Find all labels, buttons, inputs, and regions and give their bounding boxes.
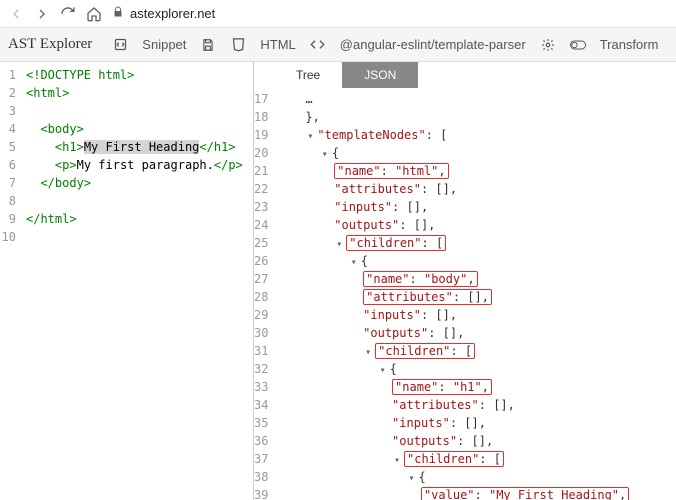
gist-icon[interactable] [112, 37, 128, 53]
language-select[interactable]: HTML [260, 37, 295, 52]
tree-line[interactable]: ▾"templateNodes": [ [276, 126, 676, 144]
parser-select[interactable]: @angular-eslint/template-parser [340, 37, 526, 52]
html5-icon[interactable] [230, 37, 246, 53]
forward-icon[interactable] [34, 6, 50, 22]
tree-line[interactable]: "inputs": [], [276, 306, 676, 324]
tree-line[interactable]: "attributes": [], [276, 396, 676, 414]
tree-line[interactable]: ▾{ [276, 144, 676, 162]
url-bar[interactable]: astexplorer.net [112, 6, 215, 21]
url-text: astexplorer.net [130, 6, 215, 21]
tree-line[interactable]: "inputs": [], [276, 198, 676, 216]
tree-line[interactable]: … [276, 90, 676, 108]
tree-line[interactable]: "name": "body", [276, 270, 676, 288]
gear-icon[interactable] [540, 37, 556, 53]
tree-line[interactable]: "name": "html", [276, 162, 676, 180]
main-split: 12345678910 <!DOCTYPE html><html> <body>… [0, 62, 676, 500]
source-line[interactable]: <p>My first paragraph.</p> [26, 156, 243, 174]
app-toolbar: AST Explorer Snippet HTML @angular-eslin… [0, 28, 676, 62]
fold-toggle[interactable]: ▾ [378, 366, 388, 376]
source-line[interactable]: </body> [26, 174, 243, 192]
source-gutter: 12345678910 [0, 62, 20, 246]
tree-line[interactable]: "outputs": [], [276, 216, 676, 234]
source-line[interactable]: <h1>My First Heading</h1> [26, 138, 243, 156]
tab-json[interactable]: JSON [342, 62, 418, 88]
tree-line[interactable]: ▾{ [276, 360, 676, 378]
tree-gutter: 1718192021222324252627282930313233343536… [254, 88, 274, 500]
tree-line[interactable]: ▾"children": [ [276, 450, 676, 468]
tree-line[interactable]: "name": "h1", [276, 378, 676, 396]
tree-line[interactable]: }, [276, 108, 676, 126]
fold-toggle[interactable]: ▾ [407, 474, 417, 484]
source-line[interactable]: <body> [26, 120, 243, 138]
tree-line[interactable]: ▾"children": [ [276, 342, 676, 360]
source-line[interactable] [26, 228, 243, 246]
lock-icon [112, 6, 124, 21]
output-tabs: Tree JSON [254, 62, 676, 88]
tree-line[interactable]: "outputs": [], [276, 432, 676, 450]
source-line[interactable] [26, 192, 243, 210]
json-tree[interactable]: 1718192021222324252627282930313233343536… [254, 88, 676, 500]
app-title: AST Explorer [8, 36, 92, 53]
code-icon[interactable] [310, 37, 326, 53]
reload-icon[interactable] [60, 6, 76, 22]
source-line[interactable]: <html> [26, 84, 243, 102]
save-icon[interactable] [200, 37, 216, 53]
tree-line[interactable]: ▾{ [276, 252, 676, 270]
source-code[interactable]: <!DOCTYPE html><html> <body> <h1>My Firs… [20, 62, 243, 246]
fold-toggle[interactable]: ▾ [392, 456, 402, 466]
toggle-icon[interactable] [570, 37, 586, 53]
browser-bar: astexplorer.net [0, 0, 676, 28]
transform-menu[interactable]: Transform [600, 37, 659, 52]
fold-toggle[interactable]: ▾ [349, 258, 359, 268]
source-pane[interactable]: 12345678910 <!DOCTYPE html><html> <body>… [0, 62, 254, 500]
tree-line[interactable]: "attributes": [], [276, 180, 676, 198]
snippet-menu[interactable]: Snippet [142, 37, 186, 52]
tree-line[interactable]: "outputs": [], [276, 324, 676, 342]
fold-toggle[interactable]: ▾ [334, 240, 344, 250]
source-line[interactable]: </html> [26, 210, 243, 228]
fold-toggle[interactable]: ▾ [305, 132, 315, 142]
fold-toggle[interactable]: ▾ [363, 348, 373, 358]
source-line[interactable]: <!DOCTYPE html> [26, 66, 243, 84]
tree-line[interactable]: ▾{ [276, 468, 676, 486]
tree-line[interactable]: ▾"children": [ [276, 234, 676, 252]
tree-line[interactable]: "attributes": [], [276, 288, 676, 306]
tab-tree[interactable]: Tree [274, 62, 342, 88]
tree-line[interactable]: "value": "My First Heading", [276, 486, 676, 500]
source-line[interactable] [26, 102, 243, 120]
output-pane: Tree JSON 171819202122232425262728293031… [254, 62, 676, 500]
home-icon[interactable] [86, 6, 102, 22]
tree-line[interactable]: "inputs": [], [276, 414, 676, 432]
fold-toggle[interactable]: ▾ [320, 150, 330, 160]
tree-body[interactable]: … }, ▾"templateNodes": [ ▾{ "name": "htm… [274, 88, 676, 500]
back-icon[interactable] [8, 6, 24, 22]
